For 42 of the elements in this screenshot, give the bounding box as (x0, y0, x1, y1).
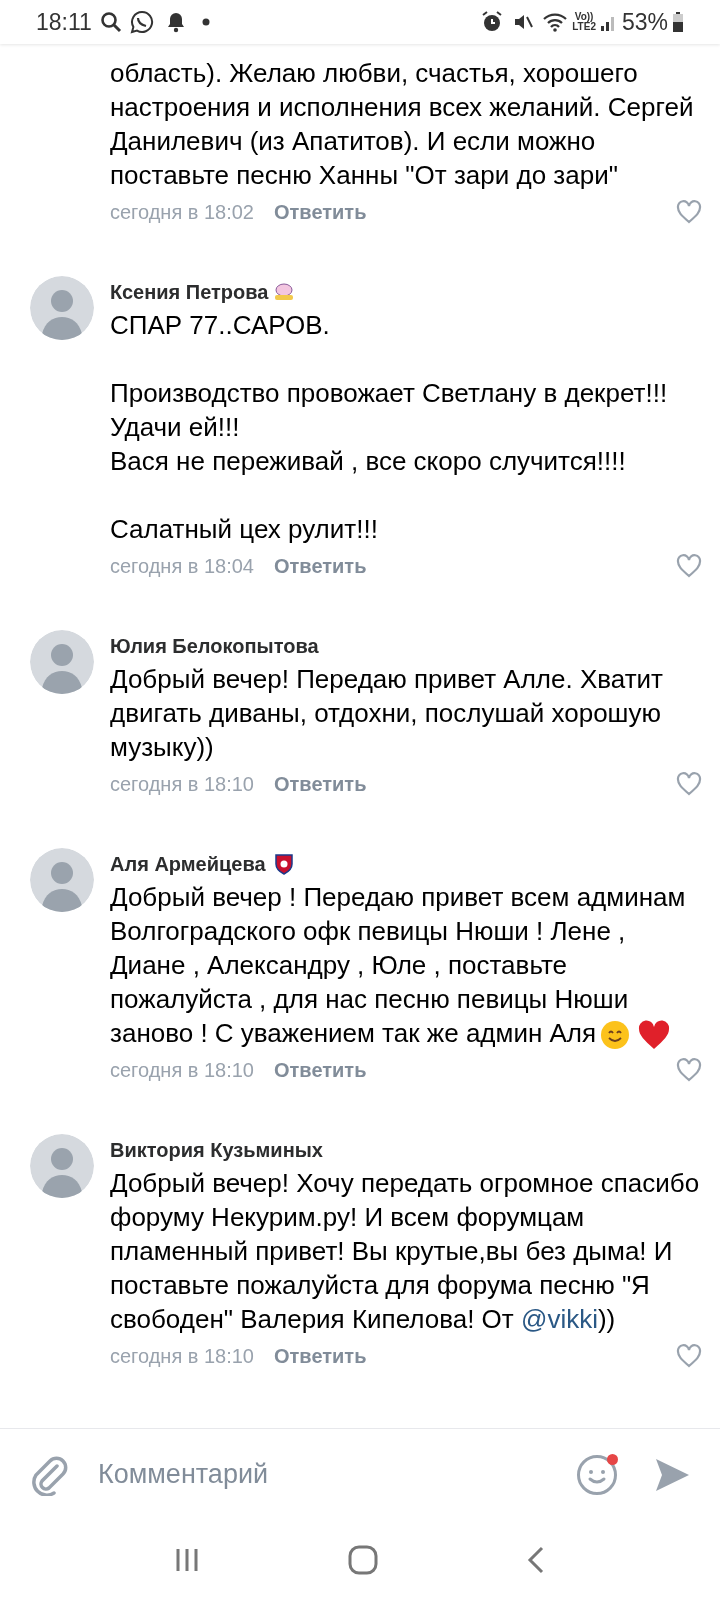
send-icon[interactable] (654, 1456, 690, 1493)
author-name[interactable]: Аля Армейцева (110, 849, 266, 879)
author-name[interactable]: Ксения Петрова (110, 277, 269, 307)
comment-time: сегодня в 18:10 (110, 1058, 254, 1084)
back-icon[interactable] (526, 1546, 546, 1574)
mention-link[interactable]: @vikki (521, 1304, 598, 1335)
bell-icon (165, 11, 186, 33)
like-icon[interactable] (676, 200, 702, 224)
like-icon[interactable] (676, 1058, 702, 1083)
dot-icon (201, 18, 210, 26)
comment-time: сегодня в 18:02 (110, 200, 254, 225)
home-icon[interactable] (348, 1545, 378, 1575)
wifi-icon (542, 11, 569, 33)
battery-icon (672, 11, 684, 33)
avatar[interactable] (30, 630, 94, 694)
author-name[interactable]: Виктория Кузьминых (110, 1135, 323, 1166)
comment-text: Добрый вечер! Передаю привет Алле. Хватит двигать диваны, отдохни, послушай хорошую музыку)) (110, 663, 665, 764)
author-name[interactable]: Юлия Белокопытова (110, 631, 319, 661)
avatar[interactable] (30, 1134, 94, 1199)
avatar[interactable] (30, 276, 94, 340)
volte-label: Vo)) LTE2 (572, 12, 596, 32)
battery-level: 53% (621, 7, 668, 37)
comment-text: Добрый вечер! Хочу передать огромное спасибо форуму Некурим.ру! И всем форумцам пламенный привет! Вы крутые,вы без дыма! И поставьте пожалуйста для форума песню "Я свободен" Валерия Кипелова! От @vikki)) (110, 1167, 701, 1337)
comment-time: сегодня в 18:10 (110, 1344, 254, 1370)
emoji-button[interactable] (576, 1453, 618, 1496)
recent-apps-icon[interactable] (174, 1547, 200, 1573)
like-icon[interactable] (676, 1344, 702, 1369)
comment-text: Добрый вечер ! Передаю привет всем админам Волгоградского офк певицы Нюши ! Лене , Диане , Александру , Юле , поставьте пожалуйста , для нас песню певицы Нюши заново ! С уважением так же админ Аля (110, 880, 702, 1051)
chat-icon (129, 10, 154, 34)
comment-text: СПАР 77..САРОВ. Производство провожает Светлану в декрет!!! Удачи ей!!! Вася не переживай , все скоро случится!!!! Салатный цех рулит!!! (110, 309, 669, 546)
like-icon[interactable] (676, 772, 702, 796)
comment-time: сегодня в 18:10 (110, 772, 254, 797)
comment-field[interactable]: Комментарий (98, 1454, 576, 1495)
search-icon (99, 11, 122, 33)
avatar[interactable] (30, 848, 94, 912)
heart-icon (638, 1020, 671, 1051)
shield-icon (273, 853, 294, 875)
like-icon[interactable] (676, 554, 702, 578)
comment-time: сегодня в 18:04 (110, 554, 254, 579)
smile-icon (600, 1020, 631, 1051)
clock: 18:11 (36, 7, 92, 37)
comment-text: область). Желаю любви, счастья, хорошего настроения и исполнения всех желаний. Сергей Данилевич (из Апатитов). И если можно поставьте песню Ханны "От зари до зари" (110, 57, 695, 192)
